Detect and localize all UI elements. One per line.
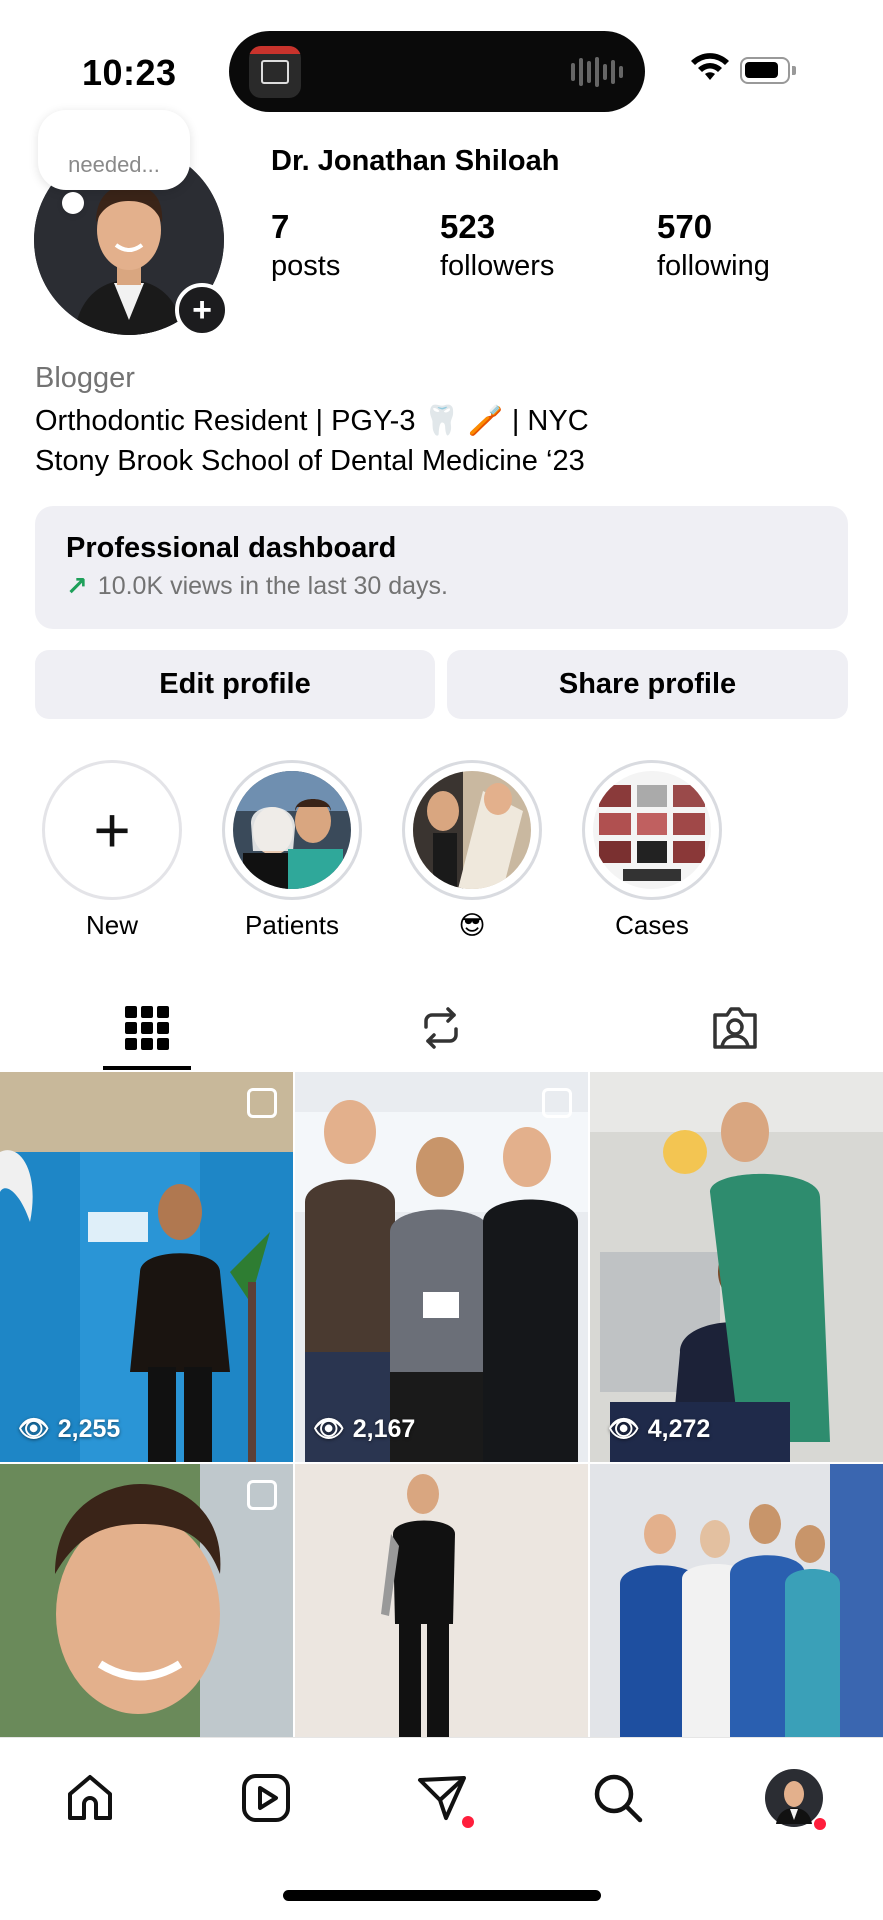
view-count: 👁 2,167 (313, 1415, 415, 1444)
highlight-cases[interactable]: Cases (582, 760, 722, 941)
following-count: 570 (657, 208, 713, 245)
highlight-label: 😎 (458, 910, 486, 940)
search-icon (594, 1774, 643, 1823)
profile-tabs (0, 985, 883, 1070)
multi-photo-icon (542, 1088, 572, 1118)
highlight-sunglasses[interactable]: 😎 (402, 760, 542, 941)
eye-icon: 👁 (313, 1415, 345, 1443)
plus-icon: + (42, 760, 182, 900)
post-thumbnail[interactable] (0, 1464, 293, 1737)
messages-icon (418, 1776, 466, 1820)
highlight-cover (413, 771, 531, 889)
tagged-icon (713, 1006, 757, 1049)
dashboard-subtitle: ↗ 10.0K views in the last 30 days. (66, 571, 817, 602)
dashboard-title: Professional dashboard (66, 532, 397, 564)
posts-stat[interactable]: 7 posts (271, 208, 340, 283)
view-count: 👁 2,255 (18, 1415, 120, 1444)
trend-up-icon: ↗ (66, 571, 88, 601)
highlight-cover (593, 771, 711, 889)
nav-home[interactable] (60, 1768, 120, 1828)
note-bubble[interactable]: needed... (38, 110, 190, 190)
posts-label: posts (271, 250, 341, 282)
eye-icon: 👁 (18, 1415, 50, 1443)
bio-line-1: Orthodontic Resident | PGY-3 🦷 🪥 | NYC (35, 405, 589, 437)
profile-category: Blogger (35, 362, 135, 394)
activity-badge (814, 1818, 826, 1830)
posts-count: 7 (271, 208, 290, 245)
eye-icon: 👁 (608, 1415, 640, 1443)
following-label: following (657, 250, 770, 282)
bio-line-2: Stony Brook School of Dental Medicine ‘2… (35, 445, 585, 477)
profile-bio: Orthodontic Resident | PGY-3 🦷 🪥 | NYC S… (35, 401, 589, 481)
highlight-cover (233, 771, 351, 889)
highlight-new[interactable]: + New (42, 760, 182, 941)
active-tab-indicator (103, 1066, 191, 1070)
grid-icon (125, 1005, 169, 1050)
home-indicator (283, 1890, 601, 1901)
tab-tagged[interactable] (675, 985, 795, 1070)
view-count-text: 4,272 (647, 1415, 711, 1443)
highlight-label: New (85, 910, 138, 940)
highlight-patients[interactable]: Patients (222, 760, 362, 941)
note-bubble-tail (62, 192, 84, 214)
wifi-icon (691, 53, 729, 80)
view-count-text: 2,167 (352, 1415, 416, 1443)
reels-icon (242, 1774, 290, 1822)
professional-dashboard-card[interactable]: Professional dashboard ↗ 10.0K views in … (35, 506, 848, 629)
tab-reposts[interactable] (381, 985, 501, 1070)
view-count-text: 2,255 (57, 1415, 121, 1443)
highlight-label: Patients (245, 910, 339, 940)
multi-photo-icon (247, 1480, 277, 1510)
share-profile-button[interactable]: Share profile (447, 650, 848, 719)
post-thumbnail[interactable]: 👁 2,255 (0, 1072, 293, 1462)
profile-name: Dr. Jonathan Shiloah (271, 145, 560, 177)
post-thumbnail[interactable] (590, 1464, 883, 1737)
reposts-icon (424, 1006, 458, 1049)
note-text: needed... (68, 152, 160, 177)
multi-photo-icon (247, 1088, 277, 1118)
audio-waveform-icon (571, 57, 623, 87)
nav-messages[interactable] (412, 1768, 474, 1828)
post-thumbnail[interactable]: 👁 4,272 (590, 1072, 883, 1462)
followers-stat[interactable]: 523 followers (440, 208, 554, 283)
status-time: 10:23 (82, 52, 177, 93)
home-icon (68, 1775, 112, 1820)
followers-label: followers (440, 250, 555, 282)
dashboard-views-text: 10.0K views in the last 30 days. (97, 572, 448, 600)
tab-posts-grid[interactable] (87, 985, 207, 1070)
following-stat[interactable]: 570 following (657, 208, 770, 283)
unread-badge (462, 1816, 474, 1828)
highlight-label: Cases (615, 910, 689, 940)
add-story-button[interactable]: + (175, 283, 229, 337)
edit-profile-button[interactable]: Edit profile (35, 650, 435, 719)
now-playing-artwork (249, 46, 301, 98)
battery-icon (740, 57, 796, 84)
nav-reels[interactable] (236, 1768, 296, 1828)
nav-profile[interactable] (764, 1768, 826, 1830)
post-thumbnail[interactable] (295, 1464, 588, 1737)
nav-search[interactable] (588, 1768, 648, 1828)
dynamic-island[interactable] (229, 31, 645, 112)
view-count: 👁 4,272 (608, 1415, 710, 1444)
post-thumbnail[interactable]: 👁 2,167 (295, 1072, 588, 1462)
followers-count: 523 (440, 208, 496, 245)
